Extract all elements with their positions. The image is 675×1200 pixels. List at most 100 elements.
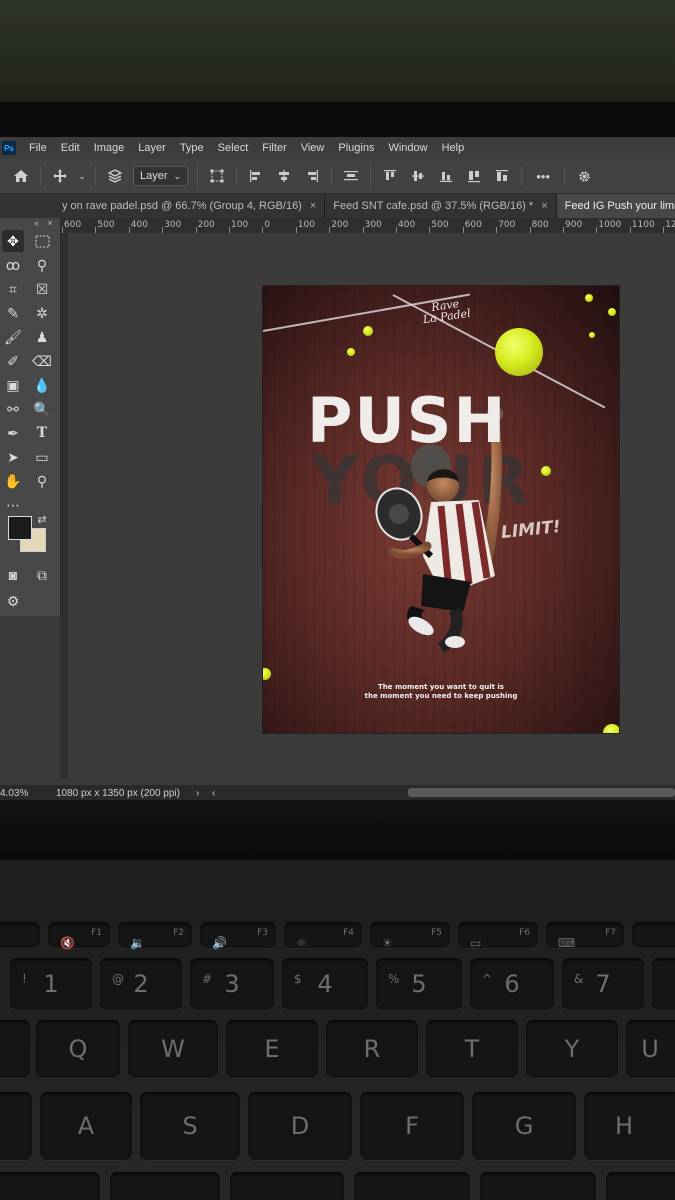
menu-edit[interactable]: Edit xyxy=(54,142,87,154)
history-brush-tool-icon[interactable]: ✐ xyxy=(2,350,24,372)
ruler-label: 900 xyxy=(565,220,583,230)
blur-tool-icon[interactable]: 💧 xyxy=(31,374,53,396)
menu-bar: Ps File Edit Image Layer Type Select Fil… xyxy=(0,137,675,159)
marquee-tool-icon[interactable] xyxy=(31,230,53,252)
tab-rave-padel[interactable]: y on rave padel.psd @ 66.7% (Group 4, RG… xyxy=(0,194,326,218)
transform-controls-icon[interactable] xyxy=(206,166,228,186)
gradient-tool-icon[interactable]: ▣ xyxy=(2,374,24,396)
menu-filter[interactable]: Filter xyxy=(255,142,293,154)
key-f1: 🔇 F1 xyxy=(48,922,110,950)
path-selection-tool-icon[interactable]: ➤ xyxy=(2,446,24,468)
menu-select[interactable]: Select xyxy=(211,142,256,154)
frame-tool-icon[interactable]: ☒ xyxy=(31,278,53,300)
menu-view[interactable]: View xyxy=(294,142,332,154)
separator xyxy=(95,166,96,186)
key-tab xyxy=(0,1020,30,1078)
ruler-label: 500 xyxy=(431,220,449,230)
close-icon[interactable]: × xyxy=(541,200,547,212)
foreground-color-swatch[interactable] xyxy=(8,516,32,540)
lasso-tool-icon[interactable]: ꝏ xyxy=(2,254,24,276)
document-canvas[interactable]: Rave La Padel YOUR PUSH LIMIT! xyxy=(263,286,619,733)
menu-image[interactable]: Image xyxy=(87,142,132,154)
key-h: H xyxy=(584,1092,675,1160)
ruler-label: 500 xyxy=(97,220,115,230)
menu-file[interactable]: File xyxy=(22,142,54,154)
zoom-level[interactable]: 4.03% xyxy=(0,788,56,799)
key-1: ! 1 xyxy=(10,958,92,1010)
auto-select-dropdown[interactable]: Layer ⌄ xyxy=(133,166,189,186)
move-tool-icon[interactable]: ✥ xyxy=(2,230,24,252)
screen-mode-icon[interactable]: ⧉ xyxy=(31,564,53,586)
crop-tool-icon[interactable]: ⌗ xyxy=(2,278,24,300)
tennis-ball xyxy=(585,294,593,302)
move-tool-icon[interactable] xyxy=(49,166,71,186)
key-f3: 🔊 F3 xyxy=(200,922,276,950)
tab-feed-snt-cafe[interactable]: Feed SNT cafe.psd @ 37.5% (RGB/16) * × xyxy=(325,194,557,218)
eraser-tool-icon[interactable]: ⌫ xyxy=(31,350,53,372)
key-r: R xyxy=(326,1020,418,1078)
key-y: Y xyxy=(526,1020,618,1078)
menu-plugins[interactable]: Plugins xyxy=(331,142,381,154)
key-t: T xyxy=(426,1020,518,1078)
status-menu-arrow[interactable]: › xyxy=(196,788,212,799)
dodge-tool-icon[interactable]: ⚯ xyxy=(2,398,24,420)
key-b xyxy=(606,1172,675,1200)
more-tools-icon[interactable]: ⋯ xyxy=(2,494,24,516)
hand-tool-icon[interactable]: ✋ xyxy=(2,470,24,492)
eyedropper-tool-icon[interactable]: ✎ xyxy=(2,302,24,324)
swap-colors-icon[interactable]: ⇄ xyxy=(35,512,49,526)
key-caps xyxy=(0,1092,32,1160)
tab-feed-ig-push-your-limit[interactable]: Feed IG Push your limit1.psd xyxy=(556,194,675,218)
pen-tool-icon[interactable]: ✒ xyxy=(2,422,24,444)
home-icon[interactable] xyxy=(10,166,32,186)
zoom-tool-icon[interactable]: ⚲ xyxy=(31,470,53,492)
menu-help[interactable]: Help xyxy=(435,142,472,154)
tab-label: y on rave padel.psd @ 66.7% (Group 4, RG… xyxy=(62,200,302,212)
distribute-vertical-icon[interactable] xyxy=(340,166,362,186)
rectangle-tool-icon[interactable]: ▭ xyxy=(31,446,53,468)
chevron-down-icon[interactable]: ⌄ xyxy=(77,166,87,186)
tennis-ball xyxy=(347,348,355,356)
more-options-icon[interactable]: ••• xyxy=(530,166,556,186)
photoshop-logo-icon[interactable]: Ps xyxy=(2,141,16,155)
edit-toolbar-icon[interactable]: ⚙ xyxy=(2,590,24,612)
separator xyxy=(236,166,238,186)
align-right-icon[interactable] xyxy=(301,166,323,186)
align-left-icon[interactable] xyxy=(245,166,267,186)
headline-push: PUSH xyxy=(307,384,508,457)
options-bar: ⌄ Layer ⌄ ••• xyxy=(0,159,675,194)
horizontal-scrollbar[interactable] xyxy=(408,788,675,797)
align-bottom-icon[interactable] xyxy=(435,166,457,186)
spot-healing-tool-icon[interactable]: ✲ xyxy=(31,302,53,324)
key-f8 xyxy=(632,922,675,948)
ruler-label: 200 xyxy=(197,220,215,230)
tennis-ball xyxy=(589,332,595,338)
quick-select-tool-icon[interactable]: ⚲ xyxy=(31,254,53,276)
separator xyxy=(370,166,372,186)
zoom-search-icon[interactable]: 🔍 xyxy=(31,398,53,420)
tools-panel: « × ✥ ꝏ ⚲ ⌗ ☒ ✎ ✲ 🖌 ♟ ✐ ⌫ ▣ 💧 ⚯ 🔍 ✒ T ➤ … xyxy=(0,218,61,616)
key-8 xyxy=(652,958,675,1010)
distribute-bottom-icon[interactable] xyxy=(491,166,513,186)
scroll-left-arrow[interactable]: ‹ xyxy=(212,788,215,799)
type-tool-icon[interactable]: T xyxy=(31,422,53,444)
clone-stamp-tool-icon[interactable]: ♟ xyxy=(31,326,53,348)
auto-select-layers-icon[interactable] xyxy=(104,166,126,186)
gear-icon[interactable] xyxy=(573,166,595,186)
close-icon[interactable]: × xyxy=(48,218,53,228)
brush-tool-icon[interactable]: 🖌 xyxy=(2,326,24,348)
quick-mask-icon[interactable]: ◙ xyxy=(2,564,24,586)
menu-window[interactable]: Window xyxy=(381,142,434,154)
align-top-icon[interactable] xyxy=(379,166,401,186)
key-x xyxy=(230,1172,344,1200)
separator xyxy=(331,166,333,186)
menu-type[interactable]: Type xyxy=(173,142,211,154)
key-u: U xyxy=(626,1020,675,1078)
menu-layer[interactable]: Layer xyxy=(131,142,173,154)
align-center-icon[interactable] xyxy=(273,166,295,186)
close-icon[interactable]: × xyxy=(310,200,316,212)
distribute-top-icon[interactable] xyxy=(463,166,485,186)
align-middle-icon[interactable] xyxy=(407,166,429,186)
collapse-icon[interactable]: « xyxy=(34,218,39,228)
key-2: @2 xyxy=(100,958,182,1010)
